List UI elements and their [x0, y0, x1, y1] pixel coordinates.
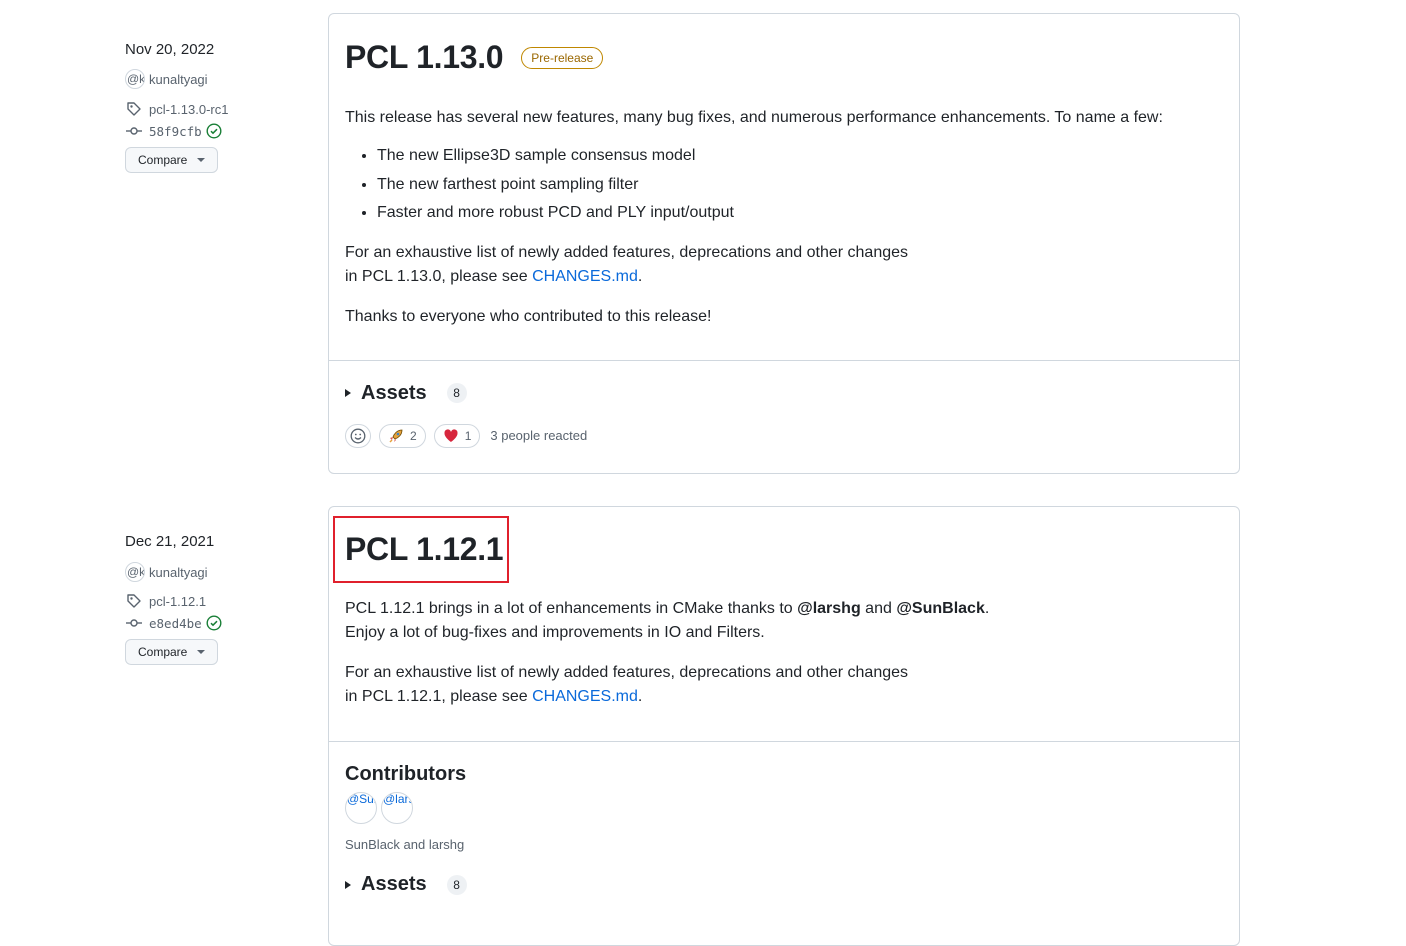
assets-toggle[interactable]: Assets 8 — [345, 382, 1223, 405]
reaction-heart-button[interactable]: 1 — [433, 423, 481, 448]
release-2-meta: Dec 21, 2021 @k kunaltyagi pcl-1.12.1 e8… — [125, 533, 315, 665]
compare-button[interactable]: Compare — [125, 147, 219, 173]
release-commit[interactable]: 58f9cfb — [125, 122, 315, 140]
compare-button[interactable]: Compare — [125, 639, 219, 665]
feature-list: The new Ellipse3D sample consensus model… — [345, 142, 1223, 228]
release-1-meta: Nov 20, 2022 @k kunaltyagi pcl-1.13.0-rc… — [125, 41, 315, 173]
divider — [329, 741, 1239, 742]
mention-larshg[interactable]: @larshg — [797, 600, 861, 617]
tag-name[interactable]: pcl-1.12.1 — [149, 594, 206, 609]
commit-icon — [125, 122, 143, 140]
author-avatar[interactable]: @k — [125, 69, 145, 89]
release-date: Dec 21, 2021 — [125, 533, 215, 550]
reaction-count: 2 — [410, 428, 417, 443]
release-intro: PCL 1.12.1 brings in a lot of enhancemen… — [345, 597, 1223, 645]
release-title[interactable]: PCL 1.13.0 — [345, 39, 504, 76]
divider — [329, 359, 1239, 361]
changes-suffix: . — [637, 267, 643, 285]
add-reaction-button[interactable] — [345, 423, 371, 448]
author-name[interactable]: kunaltyagi — [149, 565, 208, 580]
changes-line-2: in PCL 1.12.1, please see — [345, 688, 533, 705]
release-author[interactable]: @k kunaltyagi — [125, 69, 315, 89]
chevron-down-icon — [197, 158, 206, 162]
tag-icon — [125, 592, 143, 610]
list-item: Faster and more robust PCD and PLY input… — [377, 199, 1223, 228]
changes-suffix: . — [637, 688, 643, 705]
changes-note: For an exhaustive list of newly added fe… — [345, 241, 1223, 289]
reactions-bar: 2 1 3 people reacted — [345, 423, 1223, 448]
author-avatar[interactable]: @k — [125, 562, 145, 582]
list-item: The new Ellipse3D sample consensus model — [377, 142, 1223, 171]
changes-line-2: in PCL 1.13.0, please see — [345, 267, 533, 285]
assets-count: 8 — [446, 383, 467, 403]
assets-label[interactable]: Assets — [361, 873, 427, 896]
release-date: Nov 20, 2022 — [125, 41, 215, 58]
release-tag[interactable]: pcl-1.13.0-rc1 — [125, 100, 315, 118]
list-item: The new farthest point sampling filter — [377, 171, 1223, 200]
reaction-count: 1 — [464, 428, 472, 443]
contributor-avatar-larshg[interactable]: @larshg — [381, 792, 413, 824]
tag-icon — [125, 100, 143, 118]
thanks-text: Thanks to everyone who contributed to th… — [345, 307, 712, 325]
rocket-icon — [389, 429, 403, 443]
author-name[interactable]: kunaltyagi — [149, 72, 208, 87]
tag-name[interactable]: pcl-1.13.0-rc1 — [149, 102, 228, 117]
changes-line-1: For an exhaustive list of newly added fe… — [345, 243, 909, 261]
assets-label[interactable]: Assets — [361, 382, 427, 405]
commit-sha[interactable]: e8ed4be — [149, 616, 202, 631]
release-commit[interactable]: e8ed4be — [125, 614, 315, 632]
reaction-rocket-button[interactable]: 2 — [379, 423, 426, 448]
contributors-names: SunBlack and larshg — [345, 837, 465, 852]
contributors-heading: Contributors — [345, 763, 467, 785]
changes-note: For an exhaustive list of newly added fe… — [345, 661, 1223, 709]
intro-text: PCL 1.12.1 brings in a lot of enhancemen… — [345, 600, 798, 617]
mention-sunblack[interactable]: @SunBlack — [896, 600, 985, 617]
intro-line-2: Enjoy a lot of bug-fixes and improvement… — [345, 624, 765, 641]
contributor-avatar-sunblack[interactable]: @SunBlack — [345, 792, 377, 824]
verified-check-icon[interactable] — [205, 122, 223, 140]
commit-sha[interactable]: 58f9cfb — [149, 124, 202, 139]
changes-line-1: For an exhaustive list of newly added fe… — [345, 664, 909, 681]
triangle-right-icon — [345, 389, 351, 397]
contributor-avatars: @SunBlack @larshg — [345, 792, 1223, 824]
highlight-box — [333, 516, 509, 583]
release-card-1: PCL 1.13.0 Pre-release This release has … — [328, 13, 1240, 474]
intro-suffix: . — [984, 600, 990, 617]
release-intro: This release has several new features, m… — [345, 109, 1163, 126]
assets-toggle[interactable]: Assets 8 — [345, 873, 1223, 896]
prerelease-badge: Pre-release — [521, 46, 604, 69]
smiley-icon — [350, 428, 366, 443]
changes-link[interactable]: CHANGES.md — [532, 688, 638, 705]
changes-link[interactable]: CHANGES.md — [532, 268, 638, 285]
assets-count: 8 — [446, 874, 467, 895]
commit-icon — [125, 614, 143, 632]
triangle-right-icon — [345, 880, 351, 889]
compare-label: Compare — [138, 153, 188, 167]
intro-and: and — [860, 600, 897, 617]
release-tag[interactable]: pcl-1.12.1 — [125, 592, 315, 610]
compare-label: Compare — [138, 645, 188, 659]
verified-check-icon[interactable] — [205, 614, 223, 632]
release-author[interactable]: @k kunaltyagi — [125, 562, 315, 582]
heart-icon — [444, 428, 458, 442]
reacted-summary[interactable]: 3 people reacted — [490, 428, 587, 443]
chevron-down-icon — [197, 650, 206, 654]
